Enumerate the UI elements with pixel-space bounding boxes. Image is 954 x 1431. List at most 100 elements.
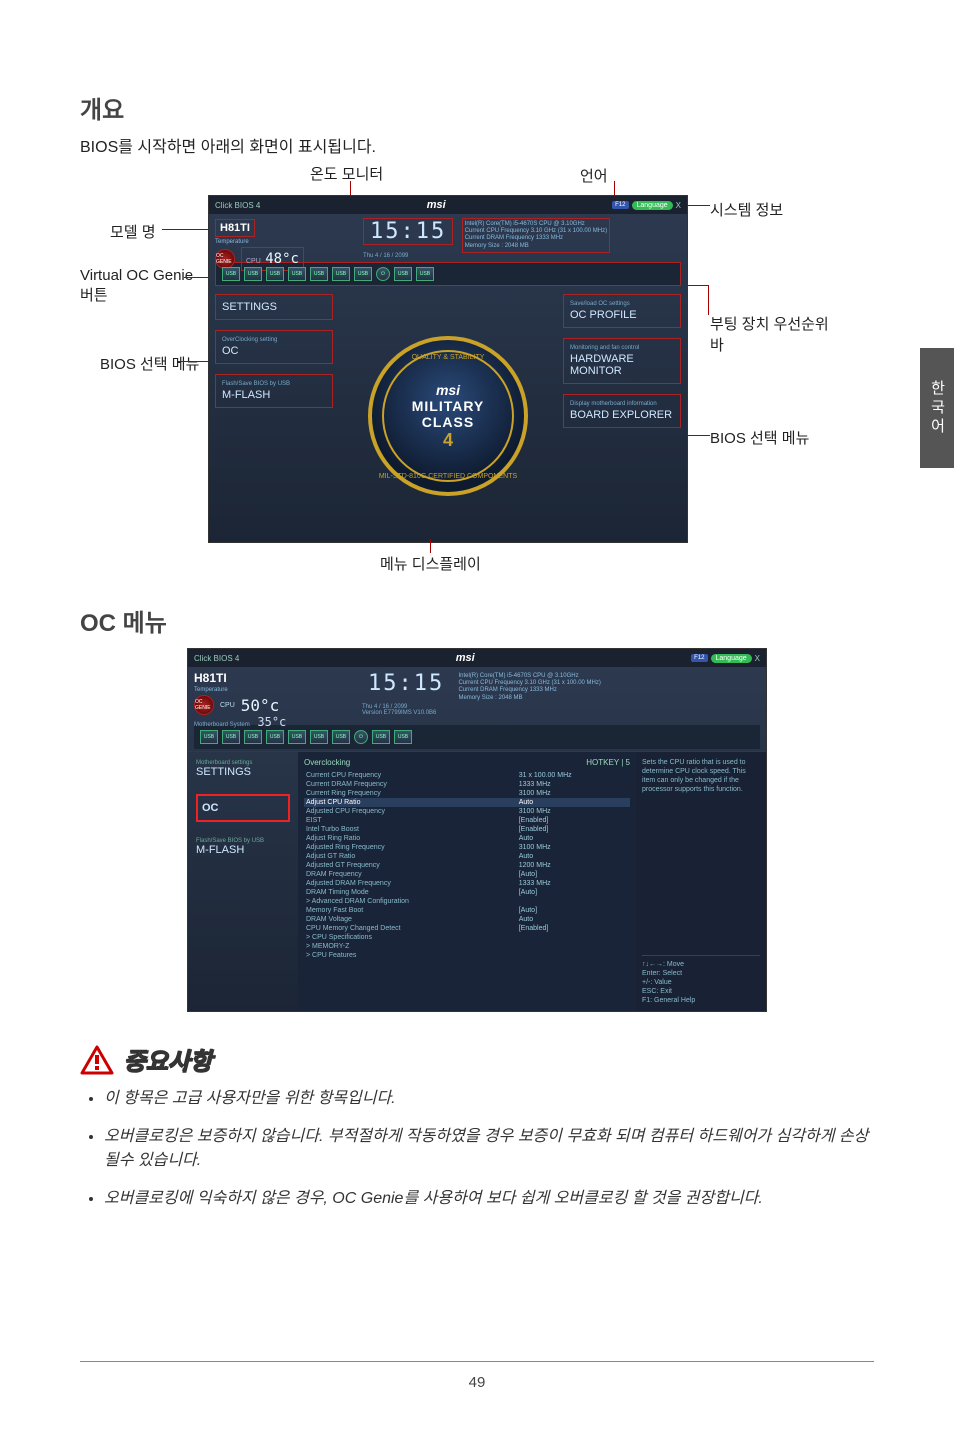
boot-device-icon[interactable]: ⏻ — [354, 730, 368, 744]
boot-device-icon[interactable]: USB — [222, 267, 240, 281]
oc-setting-name: > CPU Specifications — [304, 933, 517, 942]
close-icon[interactable]: X — [755, 654, 760, 663]
boot-device-icon[interactable]: USB — [200, 730, 218, 744]
menu-hardware-monitor[interactable]: Monitoring and fan control HARDWARE MONI… — [563, 338, 681, 384]
menu-oc-sub: OverClocking setting — [222, 337, 326, 343]
oc-setting-name: Current DRAM Frequency — [304, 780, 517, 789]
key-move: ↑↓←→: Move — [642, 960, 760, 969]
caption-menu-display: 메뉴 디스플레이 — [380, 553, 481, 574]
oc-setting-row[interactable]: > CPU Features — [304, 951, 630, 960]
boot-device-icon[interactable]: USB — [416, 267, 434, 281]
oc-setting-row[interactable]: DRAM Frequency[Auto] — [304, 870, 630, 879]
boot-device-icon[interactable]: USB — [310, 730, 328, 744]
oc-setting-name: Current CPU Frequency — [304, 771, 517, 780]
boot-device-icon[interactable]: USB — [244, 267, 262, 281]
oc-model: H81TI — [194, 671, 227, 685]
oc-setting-row[interactable]: > Advanced DRAM Configuration — [304, 897, 630, 906]
f12-badge[interactable]: F12 — [691, 654, 707, 662]
oc-setting-row[interactable]: Adjust Ring RatioAuto — [304, 834, 630, 843]
oc-setting-value: 3100 MHz — [517, 843, 630, 852]
oc-setting-row[interactable]: > MEMORY-Z — [304, 942, 630, 951]
cpu-label: CPU — [246, 258, 261, 265]
oc-setting-row[interactable]: DRAM VoltageAuto — [304, 915, 630, 924]
menu-mflash[interactable]: Flash/Save BIOS by USB M-FLASH — [215, 374, 333, 408]
menu-board-label: BOARD EXPLORER — [570, 409, 672, 421]
oc-setting-row[interactable]: Adjusted GT Frequency1200 MHz — [304, 861, 630, 870]
boot-device-icon[interactable]: USB — [244, 730, 262, 744]
bios-body: SETTINGS OverClocking setting OC Flash/S… — [209, 288, 687, 543]
oc-settings-table: Overclocking HOTKEY | 5 Current CPU Freq… — [298, 752, 636, 1011]
oc-setting-name: EIST — [304, 816, 517, 825]
boot-device-icon[interactable]: USB — [394, 267, 412, 281]
oc-setting-value: 3100 MHz — [517, 807, 630, 816]
warning-icon — [80, 1045, 114, 1075]
oc-section-title: Overclocking — [304, 758, 350, 767]
menu-ocprofile-label: OC PROFILE — [570, 309, 637, 321]
menu-oc[interactable]: OverClocking setting OC — [215, 330, 333, 364]
sidebar-mflash[interactable]: Flash/Save BIOS by USB M-FLASH — [196, 838, 290, 856]
oc-setting-value: [Enabled] — [517, 924, 630, 933]
label-bios-menu-left: BIOS 선택 메뉴 — [100, 353, 200, 374]
menu-board-explorer[interactable]: Display motherboard information BOARD EX… — [563, 394, 681, 428]
key-select: Enter: Select — [642, 969, 760, 978]
boot-device-icon[interactable]: USB — [394, 730, 412, 744]
oc-key-hints: ↑↓←→: Move Enter: Select +/-: Value ESC:… — [642, 955, 760, 1005]
oc-setting-row[interactable]: Adjusted DRAM Frequency1333 MHz — [304, 879, 630, 888]
oc-setting-row[interactable]: Intel Turbo Boost[Enabled] — [304, 825, 630, 834]
military-class-badge: QUALITY & STABILITY msi MILITARY CLASS 4… — [368, 336, 528, 496]
oc-genie-button[interactable]: OC GENIE — [215, 249, 235, 269]
oc-setting-name: Intel Turbo Boost — [304, 825, 517, 834]
important-bullet: 이 항목은 고급 사용자만을 위한 항목입니다. — [104, 1087, 874, 1111]
sidebar-settings[interactable]: Motherboard settings SETTINGS — [196, 760, 290, 778]
menu-oc-profile[interactable]: Save/load OC settings OC PROFILE — [563, 294, 681, 328]
oc-setting-row[interactable]: CPU Memory Changed Detect[Enabled] — [304, 924, 630, 933]
language-button[interactable]: Language — [632, 201, 673, 210]
oc-setting-row[interactable]: Current CPU Frequency31 x 100.00 MHz — [304, 771, 630, 780]
boot-device-icon[interactable]: USB — [372, 730, 390, 744]
cpu-temp-value: 50°c — [241, 696, 280, 715]
oc-setting-value: Auto — [517, 834, 630, 843]
oc-setting-row[interactable]: EIST[Enabled] — [304, 816, 630, 825]
oc-setting-row[interactable]: Adjust CPU RatioAuto — [304, 798, 630, 807]
language-button[interactable]: Language — [711, 654, 752, 663]
boot-device-icon[interactable]: USB — [288, 267, 306, 281]
oc-setting-row[interactable]: > CPU Specifications — [304, 933, 630, 942]
oc-setting-row[interactable]: Memory Fast Boot[Auto] — [304, 906, 630, 915]
sysinfo-dram: Current DRAM Frequency 1333 MHz — [458, 687, 556, 693]
oc-setting-value — [517, 942, 630, 951]
oc-setting-name: Memory Fast Boot — [304, 906, 517, 915]
boot-device-icon[interactable]: USB — [266, 730, 284, 744]
oc-setting-value — [517, 933, 630, 942]
oc-setting-row[interactable]: Current Ring Frequency3100 MHz — [304, 789, 630, 798]
oc-setting-row[interactable]: Current DRAM Frequency1333 MHz — [304, 780, 630, 789]
badge-quality-text: QUALITY & STABILITY — [412, 354, 485, 361]
oc-setting-name: Adjust CPU Ratio — [304, 798, 517, 807]
oc-setting-row[interactable]: Adjust GT RatioAuto — [304, 852, 630, 861]
menu-mflash-sub: Flash/Save BIOS by USB — [222, 381, 326, 387]
oc-left-sidebar: Motherboard settings SETTINGS OC Flash/S… — [188, 752, 298, 1011]
boot-device-icon[interactable]: USB — [332, 730, 350, 744]
boot-device-icon[interactable]: USB — [266, 267, 284, 281]
boot-device-icon[interactable]: USB — [332, 267, 350, 281]
boot-device-icon[interactable]: USB — [354, 267, 372, 281]
sidebar-mflash-label: M-FLASH — [196, 844, 244, 856]
oc-setting-value: [Enabled] — [517, 825, 630, 834]
oc-setting-row[interactable]: Adjusted Ring Frequency3100 MHz — [304, 843, 630, 852]
oc-setting-row[interactable]: DRAM Timing Mode[Auto] — [304, 888, 630, 897]
close-icon[interactable]: X — [676, 201, 681, 210]
sidebar-oc-active[interactable]: OC — [196, 794, 290, 822]
intro-text: BIOS를 시작하면 아래의 화면이 표시됩니다. — [80, 133, 874, 157]
label-model-name: 모델 명 — [110, 221, 156, 242]
menu-settings[interactable]: SETTINGS — [215, 294, 333, 320]
oc-setting-name: DRAM Voltage — [304, 915, 517, 924]
sysinfo-cpufreq: Current CPU Frequency 3.10 GHz (31 x 100… — [465, 228, 607, 234]
boot-device-icon[interactable]: USB — [310, 267, 328, 281]
oc-setting-row[interactable]: Adjusted CPU Frequency3100 MHz — [304, 807, 630, 816]
boot-device-icon[interactable]: USB — [222, 730, 240, 744]
oc-setting-value: Auto — [517, 852, 630, 861]
oc-genie-button[interactable]: OC GENIE — [194, 695, 214, 715]
f12-badge[interactable]: F12 — [612, 201, 628, 209]
boot-device-icon[interactable]: ⏻ — [376, 267, 390, 281]
sysinfo-cpu: Intel(R) Core(TM) i5-4670S CPU @ 3.10GHz — [465, 221, 585, 227]
boot-device-icon[interactable]: USB — [288, 730, 306, 744]
